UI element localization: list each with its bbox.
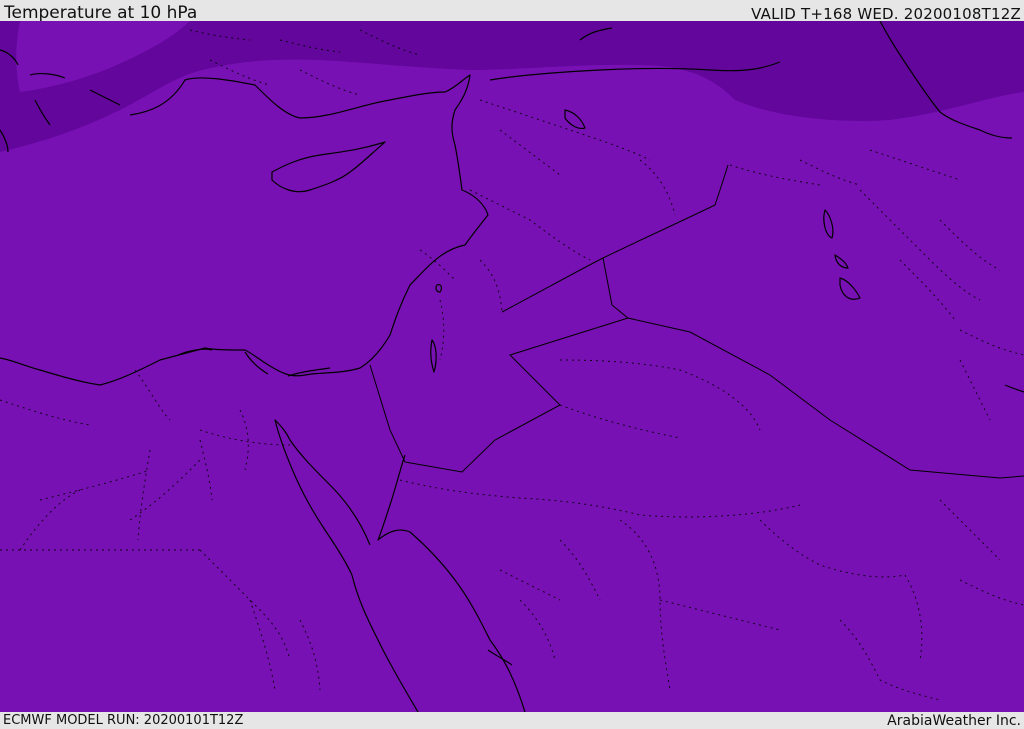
model-run-label: ECMWF MODEL RUN: 20200101T12Z [3,713,244,728]
map-title: Temperature at 10 hPa [4,3,198,23]
credit-label: ArabiaWeather Inc. [887,713,1021,729]
temperature-field [0,21,1024,712]
header-bar: Temperature at 10 hPa VALID T+168 WED. 2… [0,0,1024,23]
map-panel [0,21,1024,712]
footer-bar: ECMWF MODEL RUN: 20200101T12Z ArabiaWeat… [0,712,1024,729]
temperature-map [0,21,1024,712]
